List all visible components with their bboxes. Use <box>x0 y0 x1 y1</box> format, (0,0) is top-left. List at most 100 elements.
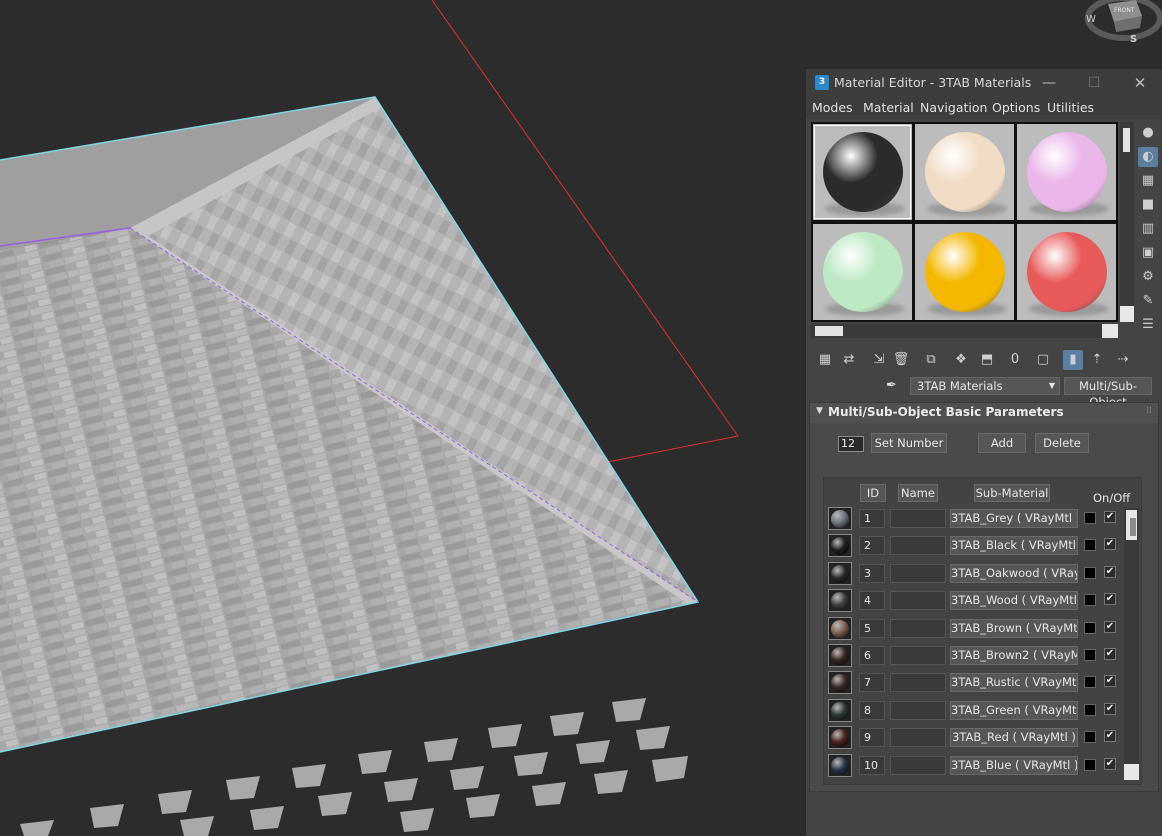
submaterial-name-field[interactable] <box>890 563 946 583</box>
submaterial-preview[interactable] <box>828 726 852 750</box>
sort-by-name-button[interactable]: Name <box>898 484 938 502</box>
submaterial-name-field[interactable] <box>890 591 946 611</box>
select-by-material-icon[interactable]: ✎ <box>1138 291 1158 311</box>
sample-slot[interactable] <box>1017 224 1116 320</box>
submaterial-preview[interactable] <box>828 616 852 640</box>
submaterial-name-field[interactable] <box>890 618 946 638</box>
put-to-scene-icon[interactable]: ⇄ <box>839 350 859 370</box>
close-button[interactable]: ✕ <box>1130 73 1150 93</box>
submaterial-id-field[interactable]: 8 <box>859 700 885 720</box>
video-color-check-icon[interactable]: ▥ <box>1138 219 1158 239</box>
submaterial-button[interactable]: 3TAB_Blue ( VRayMtl ) <box>950 755 1078 775</box>
number-of-materials-field[interactable]: 12 <box>838 436 864 452</box>
submaterial-preview[interactable] <box>828 507 852 530</box>
options-icon[interactable]: ⚙ <box>1138 267 1158 287</box>
submaterial-on-checkbox[interactable]: ✔ <box>1104 757 1116 770</box>
submaterial-color-swatch[interactable] <box>1084 703 1096 716</box>
sample-slot[interactable] <box>813 124 912 220</box>
submaterial-preview[interactable] <box>828 644 852 667</box>
set-number-button[interactable]: Set Number <box>871 433 947 453</box>
submaterial-button[interactable]: 3TAB_Black ( VRayMtl ) <box>950 536 1078 556</box>
submaterial-on-checkbox[interactable]: ✔ <box>1104 620 1116 633</box>
show-shaded-icon[interactable]: ▢ <box>1033 350 1053 370</box>
eyedropper-icon[interactable]: ✒ <box>886 378 897 393</box>
submaterial-id-field[interactable]: 2 <box>859 536 885 556</box>
submaterial-on-checkbox[interactable]: ✔ <box>1104 702 1116 715</box>
submaterial-name-field[interactable] <box>890 673 946 693</box>
make-preview-icon[interactable]: ▣ <box>1138 243 1158 263</box>
make-unique-icon[interactable]: ❖ <box>951 350 971 370</box>
sample-slot[interactable] <box>1017 124 1116 220</box>
material-navigator-icon[interactable]: ☰ <box>1138 315 1158 335</box>
submaterial-name-field[interactable] <box>890 536 946 556</box>
backlight-icon[interactable]: ◐ <box>1138 147 1158 167</box>
scroll-thumb[interactable] <box>1126 510 1137 540</box>
show-end-result-icon[interactable]: ▮ <box>1063 350 1083 370</box>
go-forward-sibling-icon[interactable]: ⇢ <box>1113 350 1133 370</box>
submaterial-button[interactable]: 3TAB_Oakwood ( VRayMtl ) <box>950 563 1078 583</box>
add-button[interactable]: Add <box>978 433 1026 453</box>
submaterial-preview[interactable] <box>828 589 852 613</box>
menu-material[interactable]: Material <box>863 100 914 115</box>
submaterial-on-checkbox[interactable]: ✔ <box>1104 511 1116 523</box>
submaterial-preview[interactable] <box>828 534 852 558</box>
submaterial-on-checkbox[interactable]: ✔ <box>1104 675 1116 688</box>
submaterial-id-field[interactable]: 7 <box>859 673 885 693</box>
submaterial-button[interactable]: 3TAB_Brown ( VRayMtl ) <box>950 618 1078 638</box>
submaterial-color-swatch[interactable] <box>1084 566 1096 579</box>
rollout-header[interactable]: ▼ Multi/Sub-Object Basic Parameters ⁞⁞ <box>810 403 1158 423</box>
submaterial-on-checkbox[interactable]: ✔ <box>1104 730 1116 743</box>
submaterial-id-field[interactable]: 3 <box>859 563 885 583</box>
submaterial-button[interactable]: 3TAB_Grey ( VRayMtl ) <box>950 509 1078 528</box>
submaterial-id-field[interactable]: 1 <box>859 509 885 528</box>
sample-slot[interactable] <box>915 224 1014 320</box>
submaterial-color-swatch[interactable] <box>1084 731 1096 744</box>
submaterial-preview[interactable] <box>828 671 852 695</box>
submaterial-color-swatch[interactable] <box>1084 676 1096 689</box>
title-bar[interactable]: 3 Material Editor - 3TAB Materials — ☐ ✕ <box>806 69 1162 97</box>
submaterial-color-swatch[interactable] <box>1084 594 1096 607</box>
sort-by-id-button[interactable]: ID <box>860 484 886 502</box>
submaterial-color-swatch[interactable] <box>1084 539 1096 552</box>
submaterial-button[interactable]: 3TAB_Red ( VRayMtl ) <box>950 728 1078 748</box>
submaterial-on-checkbox[interactable]: ✔ <box>1104 538 1116 551</box>
get-material-icon[interactable]: ▦ <box>815 350 835 370</box>
viewcube-icon[interactable]: W S FRONT <box>1085 0 1162 45</box>
submaterial-id-field[interactable]: 9 <box>859 728 885 748</box>
submaterial-preview[interactable] <box>828 698 852 722</box>
scroll-thumb[interactable] <box>1123 128 1130 152</box>
sample-vertical-scrollbar[interactable] <box>1120 122 1134 322</box>
minimize-button[interactable]: — <box>1039 73 1059 93</box>
submaterial-on-checkbox[interactable]: ✔ <box>1104 593 1116 606</box>
material-type-button[interactable]: Multi/Sub-Object <box>1064 377 1152 409</box>
put-to-library-icon[interactable]: ⬒ <box>977 350 997 370</box>
sample-slot[interactable] <box>915 124 1014 220</box>
submaterial-name-field[interactable] <box>890 646 946 665</box>
submaterial-on-checkbox[interactable]: ✔ <box>1104 565 1116 578</box>
submaterial-preview[interactable] <box>828 753 852 777</box>
sample-horizontal-scrollbar[interactable] <box>811 324 1118 338</box>
sample-uv-tiling-icon[interactable]: ■ <box>1138 195 1158 215</box>
go-to-parent-icon[interactable]: ⇡ <box>1087 350 1107 370</box>
sort-by-submaterial-button[interactable]: Sub-Material <box>974 484 1050 502</box>
menu-navigation[interactable]: Navigation <box>920 100 987 115</box>
delete-button[interactable]: Delete <box>1035 433 1089 453</box>
background-checker-icon[interactable]: ▦ <box>1138 171 1158 191</box>
submaterial-button[interactable]: 3TAB_Rustic ( VRayMtl ) <box>950 673 1078 693</box>
submaterial-id-field[interactable]: 4 <box>859 591 885 611</box>
submaterial-id-field[interactable]: 10 <box>859 755 885 775</box>
submaterial-preview[interactable] <box>828 561 852 585</box>
submaterial-name-field[interactable] <box>890 509 946 528</box>
make-copy-icon[interactable]: ⧉ <box>921 350 941 370</box>
menu-utilities[interactable]: Utilities <box>1047 100 1094 115</box>
submaterial-button[interactable]: 3TAB_Green ( VRayMtl ) <box>950 700 1078 720</box>
submaterial-on-checkbox[interactable]: ✔ <box>1104 648 1116 660</box>
submaterial-color-swatch[interactable] <box>1084 621 1096 634</box>
material-name-field[interactable]: 3TAB Materials ▼ <box>910 377 1060 395</box>
submaterial-color-swatch[interactable] <box>1084 512 1096 524</box>
sample-type-sphere-icon[interactable]: ● <box>1138 123 1158 143</box>
submaterial-button[interactable]: 3TAB_Wood ( VRayMtl ) <box>950 591 1078 611</box>
submaterial-name-field[interactable] <box>890 728 946 748</box>
menu-modes[interactable]: Modes <box>812 100 853 115</box>
submaterial-id-field[interactable]: 5 <box>859 618 885 638</box>
